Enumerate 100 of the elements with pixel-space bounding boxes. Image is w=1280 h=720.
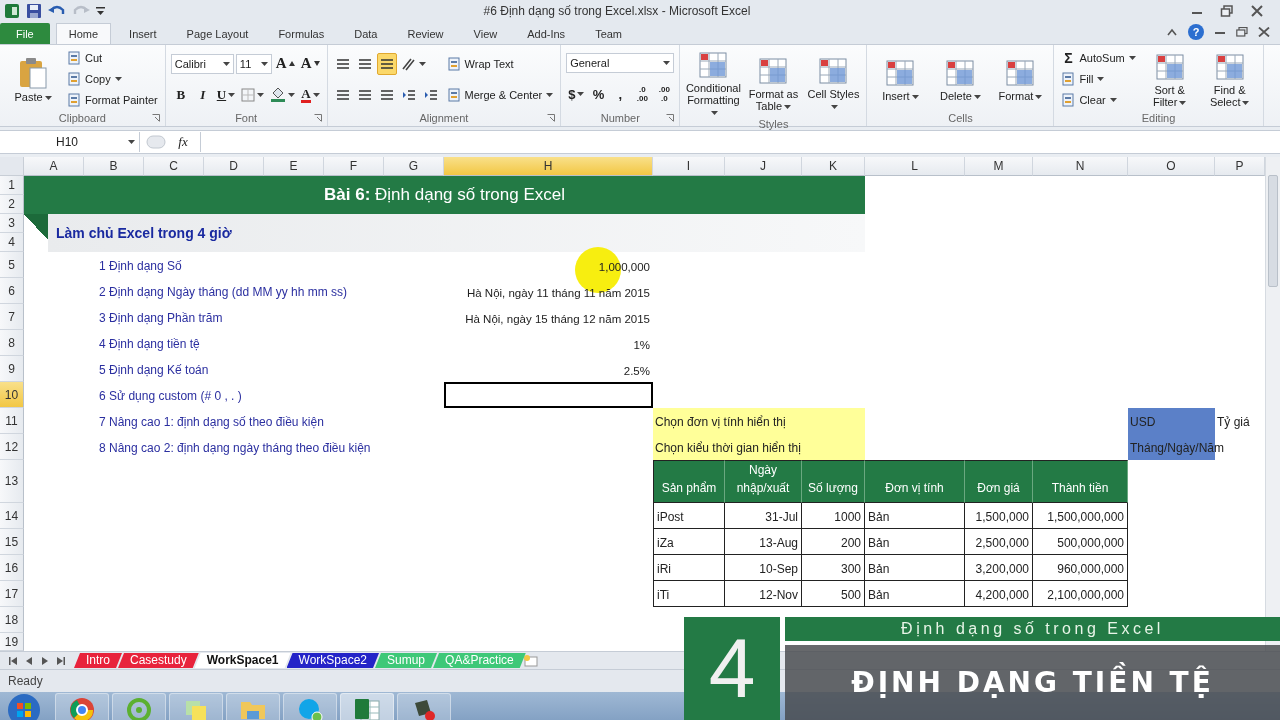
column-header[interactable]: O xyxy=(1128,157,1215,176)
column-header[interactable]: H xyxy=(444,157,653,176)
value-cell[interactable] xyxy=(444,382,653,408)
row-header[interactable]: 18 xyxy=(0,607,24,633)
ribbon-button[interactable]: Format Painter xyxy=(65,90,160,110)
row-header[interactable]: 2 xyxy=(0,195,24,214)
row-header[interactable]: 9 xyxy=(0,356,24,382)
underline-button[interactable]: U xyxy=(214,83,238,106)
save-icon[interactable] xyxy=(26,3,42,19)
column-header[interactable]: K xyxy=(802,157,865,176)
ribbon-button[interactable]: Merge & Center xyxy=(444,85,556,104)
ribbon-button[interactable]: Paste xyxy=(5,55,61,103)
column-header[interactable]: G xyxy=(384,157,444,176)
sheet-tab[interactable]: Casestudy xyxy=(118,653,199,668)
last-sheet-icon[interactable] xyxy=(56,655,66,666)
spreadsheet-logo-icon[interactable] xyxy=(4,3,20,19)
column-header[interactable]: C xyxy=(144,157,204,176)
row-header[interactable]: 14 xyxy=(0,503,24,529)
restore-icon[interactable] xyxy=(1236,27,1248,37)
row-header[interactable]: 11 xyxy=(0,408,24,434)
previous-sheet-icon[interactable] xyxy=(24,655,34,666)
number-format-button[interactable]: , xyxy=(610,83,631,105)
taskbar-button[interactable] xyxy=(340,693,394,720)
column-header[interactable]: P xyxy=(1215,157,1265,176)
combo-box[interactable]: 11 xyxy=(235,53,272,74)
dialog-launcher-icon[interactable] xyxy=(313,114,322,122)
close-icon[interactable] xyxy=(1258,27,1270,37)
ribbon-tab[interactable]: File xyxy=(0,23,50,44)
dialog-launcher-icon[interactable] xyxy=(547,114,556,122)
row-header[interactable]: 8 xyxy=(0,330,24,356)
column-header[interactable]: L xyxy=(865,157,965,176)
taskbar-button[interactable] xyxy=(55,693,109,720)
bold-button[interactable]: B xyxy=(170,83,191,106)
number-format-button[interactable]: $ xyxy=(566,83,587,105)
insert-function-button[interactable]: fx xyxy=(172,134,194,150)
column-header[interactable]: B xyxy=(84,157,144,176)
help-button[interactable]: ? xyxy=(1188,24,1204,40)
decimal-button[interactable]: .00 .0 xyxy=(654,83,675,105)
dialog-launcher-icon[interactable] xyxy=(666,114,675,122)
ribbon-button[interactable]: Sort & Filter xyxy=(1141,50,1198,108)
ribbon-tab[interactable]: Page Layout xyxy=(174,23,261,44)
row-header[interactable]: 7 xyxy=(0,304,24,330)
column-header[interactable]: F xyxy=(324,157,384,176)
ribbon-tab[interactable]: Team xyxy=(583,23,635,44)
ribbon-button[interactable]: Copy xyxy=(65,69,124,89)
row-header[interactable]: 4 xyxy=(0,233,24,252)
ribbon-tab[interactable]: Review xyxy=(395,23,456,44)
column-header[interactable]: N xyxy=(1033,157,1128,176)
row-header[interactable]: 12 xyxy=(0,434,24,460)
row-header[interactable]: 3 xyxy=(0,214,24,233)
row-header[interactable]: 6 xyxy=(0,278,24,304)
ribbon-button[interactable]: Cut xyxy=(65,48,105,68)
ribbon-button[interactable]: Fill xyxy=(1059,69,1107,89)
sheet-tab[interactable]: WorkSpace1 xyxy=(194,653,291,668)
font-size-button[interactable]: A xyxy=(273,52,297,75)
row-header[interactable]: 13 xyxy=(0,460,24,503)
ribbon-button[interactable]: Wrap Text xyxy=(444,54,516,73)
ribbon-tab[interactable]: Insert xyxy=(117,23,169,44)
font-size-button[interactable]: A xyxy=(298,52,322,75)
row-header[interactable]: 19 xyxy=(0,633,24,651)
combo-box[interactable]: Calibri xyxy=(170,53,234,74)
value-cell[interactable]: 2.5% xyxy=(444,356,653,382)
row-header[interactable]: 16 xyxy=(0,555,24,581)
splitter-handle-icon[interactable] xyxy=(146,134,166,150)
ribbon-tab[interactable]: Data xyxy=(342,23,390,44)
ribbon-button[interactable]: Clear xyxy=(1059,90,1119,110)
row-header[interactable]: 17 xyxy=(0,581,24,607)
taskbar-button[interactable] xyxy=(397,693,451,720)
collapse-ribbon-icon[interactable] xyxy=(1166,27,1178,37)
row-header[interactable]: 5 xyxy=(0,252,24,278)
next-sheet-icon[interactable] xyxy=(40,655,50,666)
row-header[interactable]: 10 xyxy=(0,382,24,408)
column-header[interactable]: J xyxy=(725,157,802,176)
customize-toolbar-icon[interactable] xyxy=(96,6,105,16)
value-cell[interactable]: 1% xyxy=(444,330,653,356)
row-header[interactable]: 15 xyxy=(0,529,24,555)
ribbon-tab[interactable]: View xyxy=(461,23,510,44)
column-header[interactable]: A xyxy=(24,157,84,176)
decimal-button[interactable]: .0 .00 xyxy=(632,83,653,105)
column-header[interactable]: E xyxy=(264,157,324,176)
first-sheet-icon[interactable] xyxy=(8,655,18,666)
ribbon-button[interactable]: Format as Table xyxy=(745,54,802,112)
close-icon[interactable] xyxy=(1250,5,1264,17)
value-cell[interactable]: Hà Nội, ngày 15 tháng 12 năm 2015 xyxy=(444,304,653,330)
sheet-tab[interactable]: Intro xyxy=(74,653,122,668)
ribbon-button[interactable]: Conditional Formatting xyxy=(685,48,742,118)
ribbon-button[interactable]: Delete xyxy=(932,56,989,102)
ribbon-tab[interactable]: Home xyxy=(55,23,112,44)
sheet-tab[interactable]: WorkSpace2 xyxy=(286,653,379,668)
font-color-button[interactable]: A xyxy=(299,83,322,106)
row-header[interactable]: 1 xyxy=(0,176,24,195)
column-header[interactable]: D xyxy=(204,157,264,176)
ribbon-button[interactable]: Cell Styles xyxy=(805,54,862,112)
start-orb-icon[interactable] xyxy=(6,691,42,720)
ribbon-button[interactable]: Insert xyxy=(872,56,929,102)
column-header[interactable]: I xyxy=(653,157,725,176)
italic-button[interactable]: I xyxy=(192,83,213,106)
align-button[interactable] xyxy=(376,52,397,75)
column-header[interactable]: M xyxy=(965,157,1033,176)
restore-icon[interactable] xyxy=(1220,5,1234,17)
